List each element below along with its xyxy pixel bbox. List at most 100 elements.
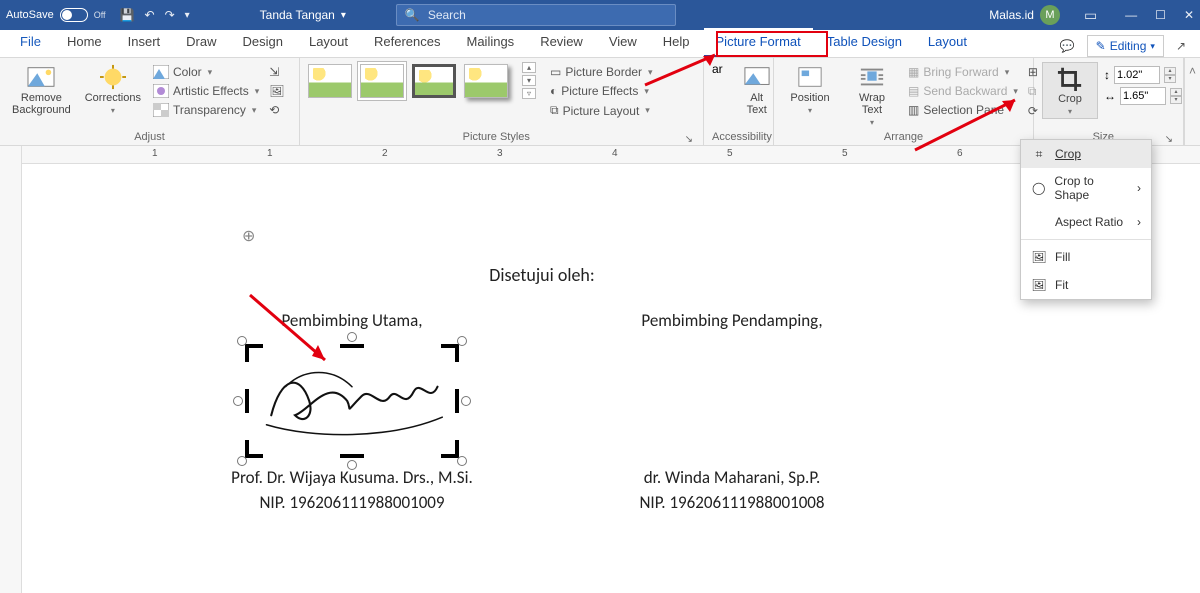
collapse-ribbon-button[interactable]: ˄	[1184, 58, 1200, 145]
send-backward-button[interactable]: ▤ Send Backward	[906, 83, 1020, 99]
color-button[interactable]: Color	[151, 64, 261, 80]
qat-dropdown-icon[interactable]: ▾	[185, 10, 190, 21]
nip-left: NIP. 196206111988001009	[192, 492, 512, 513]
send-backward-icon: ▤	[908, 84, 919, 98]
save-icon[interactable]: 💾	[120, 8, 135, 22]
crop-menu-fill-label: Fill	[1055, 250, 1070, 264]
picture-styles-launcher-icon[interactable]: ↘	[685, 134, 695, 145]
tab-insert[interactable]: Insert	[116, 28, 173, 57]
autosave-state: Off	[94, 10, 106, 20]
account-button[interactable]: Malas.id M	[989, 5, 1060, 25]
change-picture-button[interactable]: 🖼	[267, 83, 286, 99]
scroll-up-icon[interactable]: ▴	[522, 62, 536, 73]
signature-image-selected[interactable]	[247, 346, 457, 456]
crop-menu-crop-label: Crop	[1055, 147, 1081, 161]
tab-help[interactable]: Help	[651, 28, 702, 57]
crop-menu-fill[interactable]: 🖼Fill	[1021, 243, 1151, 271]
artistic-effects-button[interactable]: Artistic Effects	[151, 83, 261, 99]
wrap-text-button[interactable]: Wrap Text ▾	[844, 62, 900, 129]
undo-icon[interactable]: ↶	[145, 8, 155, 22]
tab-home[interactable]: Home	[55, 28, 114, 57]
spin-down-icon[interactable]: ▾	[1164, 75, 1176, 83]
crop-frame[interactable]	[247, 346, 457, 456]
border-icon: ▭	[550, 65, 561, 79]
picture-layout-label: Picture Layout	[563, 104, 640, 118]
vertical-ruler[interactable]	[0, 164, 22, 593]
tab-design[interactable]: Design	[231, 28, 295, 57]
tab-review[interactable]: Review	[528, 28, 595, 57]
crop-dropdown-menu: ⌗Crop ◯Crop to Shape › Aspect Ratio › 🖼F…	[1020, 139, 1152, 300]
spin-up-icon[interactable]: ▴	[1164, 67, 1176, 75]
tab-layout[interactable]: Layout	[297, 28, 360, 57]
crop-button[interactable]: Crop ▾	[1042, 62, 1098, 119]
bring-forward-label: Bring Forward	[923, 65, 998, 79]
style-thumb-1[interactable]	[308, 64, 352, 98]
document-title[interactable]: Tanda Tangan ▾	[260, 8, 346, 22]
share-button[interactable]: ↗	[1168, 35, 1194, 57]
compress-pictures-button[interactable]: ⇲	[267, 64, 286, 80]
reset-picture-button[interactable]: ⟲	[267, 102, 286, 118]
chevron-down-icon: ▾	[341, 10, 346, 21]
tab-table-design[interactable]: Table Design	[815, 28, 914, 57]
spin-up-icon[interactable]: ▴	[1170, 88, 1182, 96]
picture-effects-button[interactable]: ◐ Picture Effects	[548, 83, 655, 99]
editing-mode-button[interactable]: ✎ Editing ▾	[1087, 35, 1164, 57]
width-field[interactable]	[1120, 87, 1166, 105]
position-button[interactable]: Position ▾	[782, 62, 838, 117]
editing-mode-label: Editing	[1110, 39, 1147, 53]
style-thumb-2[interactable]	[360, 64, 404, 98]
picture-effects-label: Picture Effects	[561, 84, 638, 98]
height-field[interactable]	[1114, 66, 1160, 84]
crop-menu-crop-to-shape[interactable]: ◯Crop to Shape ›	[1021, 168, 1151, 208]
gallery-more-icon[interactable]: ▿	[522, 88, 536, 99]
group-picture-styles-label: Picture Styles	[308, 129, 685, 145]
tab-layout-contextual[interactable]: Layout	[916, 28, 979, 57]
corrections-button[interactable]: Corrections ▾	[81, 62, 145, 117]
wrap-text-label: Wrap Text	[859, 92, 885, 116]
tab-file[interactable]: File	[8, 28, 53, 57]
ribbon: Remove Background Corrections ▾ Color	[0, 58, 1200, 146]
tab-references[interactable]: References	[362, 28, 452, 57]
redo-icon[interactable]: ↷	[165, 8, 175, 22]
shape-icon: ◯	[1031, 180, 1046, 196]
selection-pane-button[interactable]: ▥ Selection Pane	[906, 102, 1020, 118]
height-input[interactable]: ↕ ▴▾	[1104, 66, 1182, 84]
spin-down-icon[interactable]: ▾	[1170, 96, 1182, 104]
ruler-tick: 5	[842, 148, 848, 159]
transparency-label: Transparency	[173, 103, 246, 117]
crop-menu-fit[interactable]: 🖼Fit	[1021, 271, 1151, 299]
artistic-effects-icon	[153, 84, 169, 98]
picture-layout-button[interactable]: ⧉ Picture Layout	[548, 102, 655, 119]
crop-menu-aspect-ratio[interactable]: Aspect Ratio ›	[1021, 208, 1151, 236]
nip-right: NIP. 196206111988001008	[572, 492, 892, 513]
scroll-down-icon[interactable]: ▾	[522, 75, 536, 86]
style-thumb-4[interactable]	[464, 64, 508, 98]
role-right: Pembimbing Pendamping,	[572, 310, 892, 331]
remove-background-button[interactable]: Remove Background	[8, 62, 75, 118]
transparency-button[interactable]: Transparency	[151, 102, 261, 118]
alt-text-label: Alt Text	[747, 92, 767, 116]
maximize-icon[interactable]: ☐	[1155, 8, 1166, 22]
column-left: Pembimbing Utama,	[192, 310, 512, 513]
tab-view[interactable]: View	[597, 28, 649, 57]
chevron-down-icon: ▾	[111, 106, 115, 115]
close-icon[interactable]: ✕	[1184, 8, 1194, 22]
picture-style-gallery[interactable]: ▴ ▾ ▿	[308, 62, 536, 99]
tab-draw[interactable]: Draw	[174, 28, 228, 57]
picture-border-button[interactable]: ▭ Picture Border	[548, 64, 655, 80]
minimize-icon[interactable]: —	[1125, 8, 1137, 22]
bring-forward-button[interactable]: ▦ Bring Forward	[906, 64, 1020, 80]
style-gallery-scroll[interactable]: ▴ ▾ ▿	[522, 62, 536, 99]
search-input[interactable]: 🔍 Search	[396, 4, 676, 26]
ribbon-display-options-icon[interactable]: ▭	[1084, 7, 1097, 24]
crop-menu-crop[interactable]: ⌗Crop	[1021, 140, 1151, 168]
tab-mailings[interactable]: Mailings	[455, 28, 527, 57]
autosave-toggle[interactable]: AutoSave Off	[6, 8, 106, 22]
size-launcher-icon[interactable]: ↘	[1165, 134, 1175, 145]
comments-button[interactable]: 💬	[1052, 35, 1083, 57]
tab-picture-format[interactable]: Picture Format	[704, 28, 813, 57]
autosave-switch-icon[interactable]	[60, 8, 88, 22]
chevron-right-icon: ›	[1137, 215, 1141, 229]
style-thumb-3[interactable]	[412, 64, 456, 98]
width-input[interactable]: ↔ ▴▾	[1104, 87, 1182, 105]
